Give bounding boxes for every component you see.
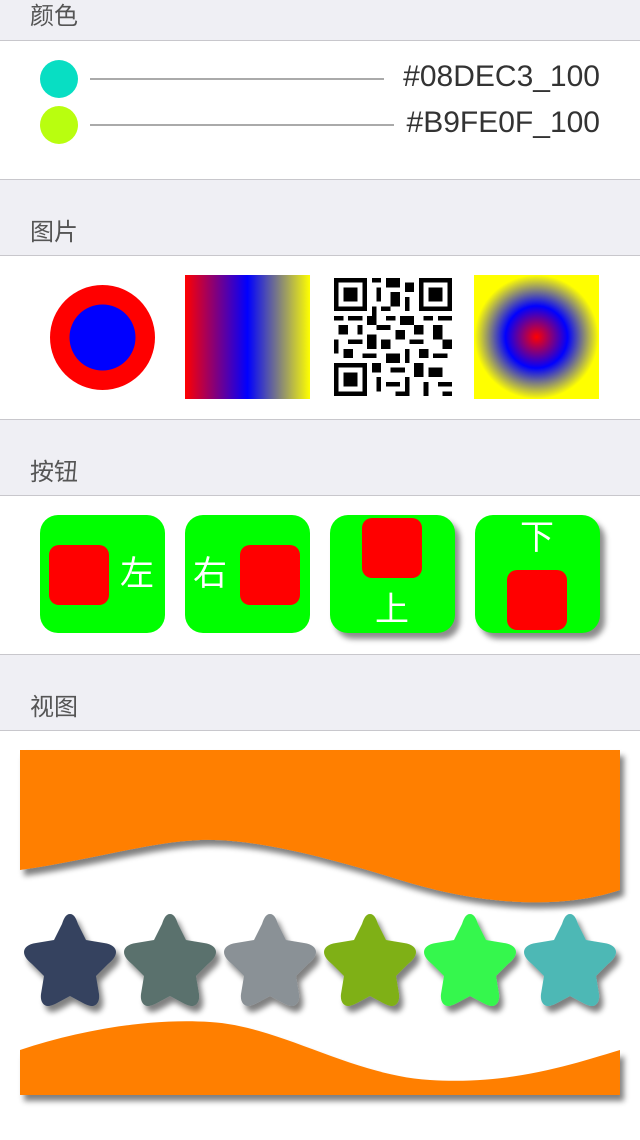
- section-header-colors: 颜色: [0, 0, 640, 41]
- section-header-views: 视图: [0, 654, 640, 731]
- red-blue-yellow-gradient-icon: [185, 275, 310, 399]
- section-header-images: 图片: [0, 179, 640, 256]
- star-icon: [24, 914, 116, 1006]
- radial-gradient-icon: [474, 275, 599, 399]
- section-title-views: 视图: [30, 693, 78, 721]
- color-line: [90, 78, 384, 80]
- color-row: #08DEC3_100: [0, 56, 640, 102]
- color-line: [90, 124, 394, 126]
- button-label: 上: [375, 590, 409, 630]
- top-wave-shape: [20, 750, 620, 903]
- section-header-buttons: 按钮: [0, 419, 640, 496]
- bottom-wave-shape: [20, 1021, 620, 1095]
- views-canvas: [0, 730, 640, 1136]
- image-right-button[interactable]: 右: [185, 515, 310, 633]
- star-icon: [524, 914, 616, 1006]
- red-blue-ring-icon: [50, 285, 155, 390]
- color-label: #B9FE0F_100: [406, 106, 600, 139]
- star-icon: [324, 914, 416, 1006]
- color-label: #08DEC3_100: [403, 60, 600, 93]
- button-label: 左: [120, 554, 154, 594]
- color-row: #B9FE0F_100: [0, 102, 640, 148]
- star-row: [24, 914, 616, 1006]
- color-swatch: [40, 106, 78, 144]
- star-icon: [224, 914, 316, 1006]
- image-bottom-button[interactable]: 下: [475, 515, 600, 633]
- section-title-colors: 颜色: [30, 2, 78, 30]
- image-linear-gradient: [185, 275, 310, 399]
- button-image: [507, 570, 567, 630]
- image-top-button[interactable]: 上: [330, 515, 455, 633]
- image-radial-gradient: [474, 275, 599, 399]
- button-image: [240, 545, 300, 605]
- image-left-button[interactable]: 左: [40, 515, 165, 633]
- image-ring: [50, 285, 155, 390]
- button-label: 下: [520, 518, 554, 558]
- qr-code-icon: [334, 278, 452, 396]
- image-qr-code: [334, 278, 452, 396]
- color-swatch: [40, 60, 78, 98]
- section-title-images: 图片: [30, 218, 78, 246]
- section-title-buttons: 按钮: [30, 458, 78, 486]
- star-icon: [124, 914, 216, 1006]
- button-image: [49, 545, 109, 605]
- button-label: 右: [193, 554, 227, 594]
- star-icon: [424, 914, 516, 1006]
- button-image: [362, 518, 422, 578]
